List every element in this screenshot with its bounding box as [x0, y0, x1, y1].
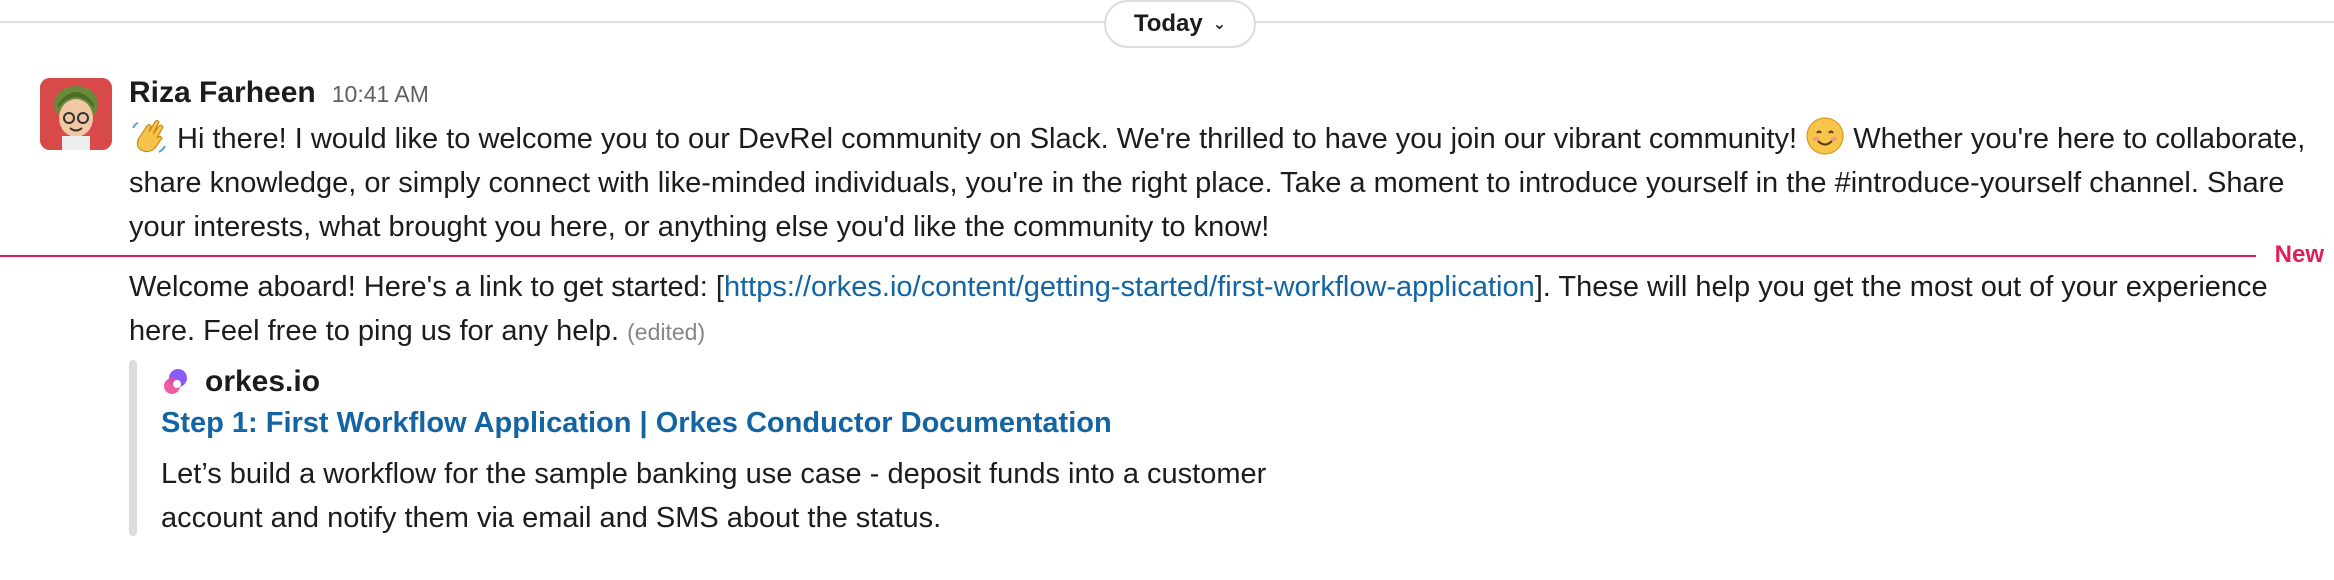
avatar[interactable]: [40, 78, 112, 150]
message-timestamp[interactable]: 10:41 AM: [332, 81, 429, 108]
new-messages-divider: New: [0, 241, 2334, 269]
waving-hand-icon: [129, 116, 169, 156]
link-preview-title[interactable]: Step 1: First Workflow Application | Ork…: [161, 407, 1112, 440]
smiling-face-icon: [1805, 116, 1845, 156]
edited-label: (edited): [627, 319, 706, 345]
getting-started-link[interactable]: https://orkes.io/content/getting-started…: [724, 271, 1535, 303]
message-text: Hi there! I would like to welcome you to…: [129, 116, 2309, 249]
link-preview-site: orkes.io: [161, 362, 320, 402]
day-label: Today: [1133, 10, 1203, 37]
message-text-continued: Welcome aboard! Here's a link to get sta…: [129, 265, 2309, 354]
day-jump-button[interactable]: Today ⌄: [1104, 0, 1256, 48]
chevron-down-icon: ⌄: [1212, 16, 1227, 33]
message-text-part1: Hi there! I would like to welcome you to…: [169, 123, 1806, 155]
link-preview-description: Let’s build a workflow for the sample ba…: [161, 458, 1267, 534]
sender-name[interactable]: Riza Farheen: [129, 76, 316, 110]
message-text-part3: Welcome aboard! Here's a link to get sta…: [129, 271, 724, 303]
link-preview: orkes.io Step 1: First Workflow Applicat…: [129, 360, 1429, 536]
message-header: Riza Farheen 10:41 AM: [129, 76, 429, 116]
link-preview-site-name: orkes.io: [205, 365, 321, 398]
day-divider: Today ⌄: [0, 0, 2334, 48]
link-preview-bar: [129, 360, 137, 536]
new-divider-line: [0, 255, 2256, 257]
orkes-logo-icon: [161, 367, 191, 397]
